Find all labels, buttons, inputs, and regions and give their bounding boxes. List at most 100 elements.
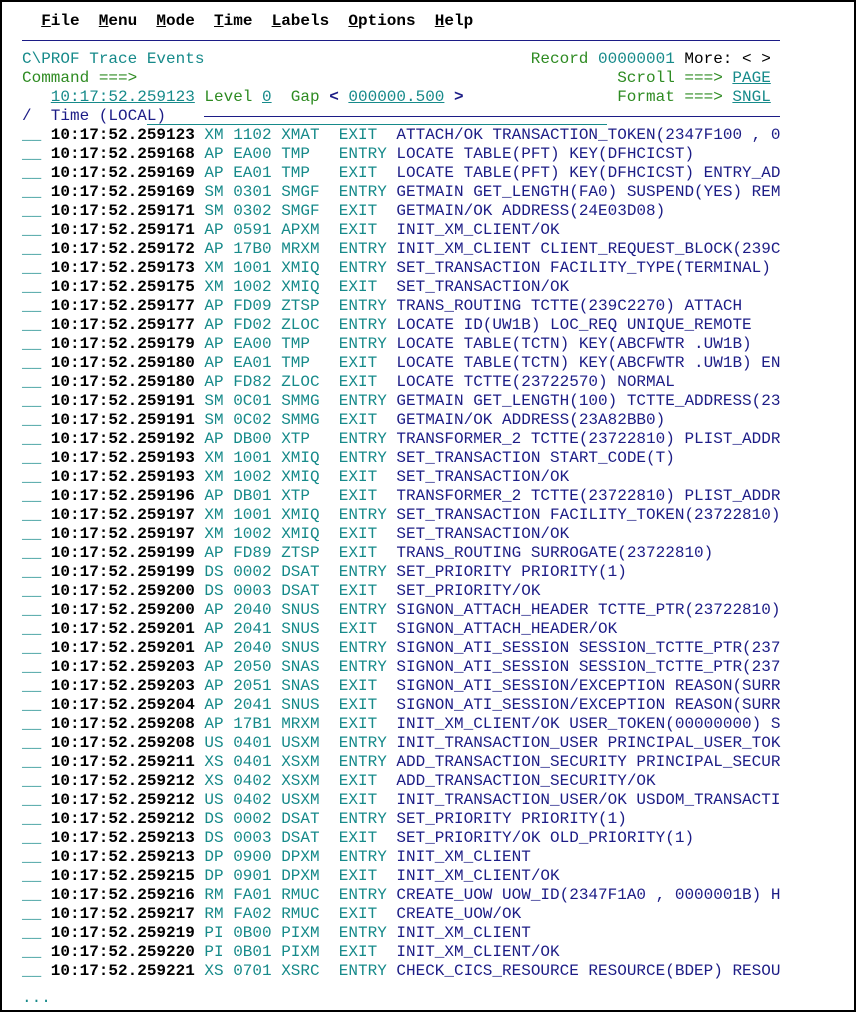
trace-description: TRANS_ROUTING TCTTE(239C2270) ATTACH xyxy=(396,297,743,315)
scroll-field[interactable]: PAGE xyxy=(732,69,770,88)
menu-label: ode xyxy=(166,12,195,30)
trace-type: EXIT xyxy=(338,468,378,486)
trace-type: ENTRY xyxy=(338,639,387,657)
trace-time: 10:17:52.259204 xyxy=(50,696,195,714)
row-select-field[interactable]: __ xyxy=(22,525,41,544)
row-select-field[interactable]: __ xyxy=(22,563,41,582)
command-label: Command ===> xyxy=(22,69,138,87)
row-select-field[interactable]: __ xyxy=(22,373,41,392)
row-select-field[interactable]: __ xyxy=(22,867,41,886)
menu-mode[interactable]: Mode xyxy=(156,12,194,31)
menu-menu[interactable]: Menu xyxy=(99,12,137,31)
row-select-field[interactable]: __ xyxy=(22,544,41,563)
row-select-field[interactable]: __ xyxy=(22,924,41,943)
module: PIXM xyxy=(281,943,320,961)
start-time-field[interactable]: 10:17:52.259123 xyxy=(51,88,195,107)
record-number: 00000001 xyxy=(598,50,675,68)
trace-type: ENTRY xyxy=(338,183,387,201)
row-select-field[interactable]: __ xyxy=(22,734,41,753)
trace-point-id: 0C02 xyxy=(233,411,272,429)
row-select-field[interactable]: __ xyxy=(22,791,41,810)
menu-time[interactable]: Time xyxy=(214,12,252,31)
row-select-field[interactable]: __ xyxy=(22,905,41,924)
module: TMP xyxy=(281,335,310,353)
row-select-field[interactable]: __ xyxy=(22,164,41,183)
trace-event-row: __ 10:17:52.259180 AP EA01 TMP EXIT LOCATE TAB… xyxy=(22,354,822,373)
row-select-field[interactable]: __ xyxy=(22,430,41,449)
trace-type: EXIT xyxy=(338,126,378,144)
row-select-field[interactable]: __ xyxy=(22,696,41,715)
module: XTP xyxy=(281,487,310,505)
row-select-field[interactable]: __ xyxy=(22,202,41,221)
module: USXM xyxy=(281,734,320,752)
row-select-field[interactable]: __ xyxy=(22,259,41,278)
trace-type: EXIT xyxy=(338,696,378,714)
row-select-field[interactable]: __ xyxy=(22,810,41,829)
trace-type: ENTRY xyxy=(338,430,387,448)
menu-help[interactable]: Help xyxy=(435,12,473,31)
row-select-field[interactable]: __ xyxy=(22,715,41,734)
menu-hotkey: L xyxy=(271,12,282,30)
menu-hotkey: H xyxy=(434,12,445,30)
row-select-field[interactable]: __ xyxy=(22,677,41,696)
trace-point-id: 0401 xyxy=(233,734,272,752)
trace-event-row: __ 10:17:52.259191 SM 0C01 SMMG ENTRY GETMAIN … xyxy=(22,392,822,411)
row-select-field[interactable]: __ xyxy=(22,354,41,373)
row-select-field[interactable]: __ xyxy=(22,411,41,430)
format-field[interactable]: SNGL xyxy=(732,88,770,107)
component: AP xyxy=(204,677,224,695)
row-select-field[interactable]: __ xyxy=(22,962,41,981)
row-select-field[interactable]: __ xyxy=(22,278,41,297)
gap-increase-button[interactable]: > xyxy=(454,88,464,107)
row-select-field[interactable]: __ xyxy=(22,582,41,601)
row-select-field[interactable]: __ xyxy=(22,506,41,525)
row-select-field[interactable]: __ xyxy=(22,449,41,468)
trace-event-row: __ 10:17:52.259175 XM 1002 XMIQ EXIT SET_TRANS… xyxy=(22,278,822,297)
menu-file[interactable]: File xyxy=(41,12,79,31)
trace-time: 10:17:52.259201 xyxy=(50,620,195,638)
menu-label: enu xyxy=(108,12,138,30)
trace-type: ENTRY xyxy=(338,962,387,980)
trace-event-row: __ 10:17:52.259193 XM 1002 XMIQ EXIT SET_TRANS… xyxy=(22,468,822,487)
row-select-field[interactable]: __ xyxy=(22,639,41,658)
trace-description: SET_TRANSACTION/OK xyxy=(396,278,570,296)
trace-type: ENTRY xyxy=(338,240,387,258)
trace-point-id: 1102 xyxy=(233,126,272,144)
trace-description: SET_PRIORITY/OK OLD_PRIORITY(1) xyxy=(396,829,695,847)
trace-description: CHECK_CICS_RESOURCE RESOURCE(BDEP) RESOU xyxy=(396,962,781,980)
trace-description: INIT_XM_CLIENT/OK xyxy=(396,221,560,239)
row-select-field[interactable]: __ xyxy=(22,392,41,411)
menu-labels[interactable]: Labels xyxy=(272,12,330,31)
trace-type: EXIT xyxy=(338,715,378,733)
trace-time: 10:17:52.259192 xyxy=(50,430,195,448)
gap-field[interactable]: 000000.500 xyxy=(348,88,444,107)
row-select-field[interactable]: __ xyxy=(22,601,41,620)
row-select-field[interactable]: __ xyxy=(22,772,41,791)
row-select-field[interactable]: __ xyxy=(22,753,41,772)
row-select-field[interactable]: __ xyxy=(22,829,41,848)
row-select-field[interactable]: __ xyxy=(22,183,41,202)
row-select-field[interactable]: __ xyxy=(22,943,41,962)
row-select-field[interactable]: __ xyxy=(22,468,41,487)
row-select-field[interactable]: __ xyxy=(22,240,41,259)
row-select-field[interactable]: __ xyxy=(22,297,41,316)
menu-options[interactable]: Options xyxy=(348,12,415,31)
trace-type: EXIT xyxy=(338,202,378,220)
component: AP xyxy=(204,639,224,657)
trace-point-id: 0B00 xyxy=(233,924,272,942)
level-field[interactable]: 0 xyxy=(262,88,272,107)
component: XM xyxy=(204,259,224,277)
more-indicator[interactable]: More: < > xyxy=(684,50,770,69)
row-select-field[interactable]: __ xyxy=(22,316,41,335)
gap-decrease-button[interactable]: < xyxy=(329,88,339,107)
row-select-field[interactable]: __ xyxy=(22,335,41,354)
row-select-field[interactable]: __ xyxy=(22,848,41,867)
row-select-field[interactable]: __ xyxy=(22,620,41,639)
row-select-field[interactable]: __ xyxy=(22,145,41,164)
trace-point-id: 1002 xyxy=(233,525,272,543)
row-select-field[interactable]: __ xyxy=(22,658,41,677)
row-select-field[interactable]: __ xyxy=(22,126,41,145)
row-select-field[interactable]: __ xyxy=(22,221,41,240)
row-select-field[interactable]: __ xyxy=(22,487,41,506)
row-select-field[interactable]: __ xyxy=(22,886,41,905)
